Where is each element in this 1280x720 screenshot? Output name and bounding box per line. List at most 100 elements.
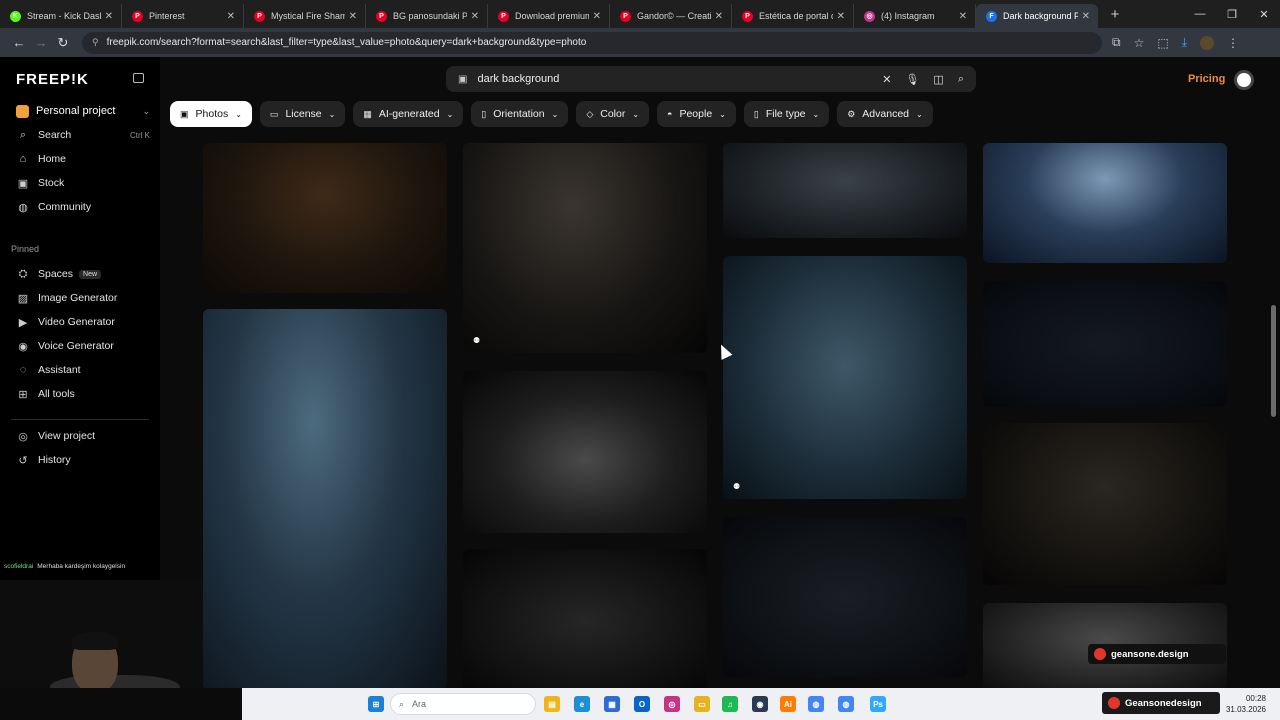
site-info-icon[interactable]: ⚲ bbox=[92, 37, 99, 48]
store-icon[interactable]: ▦ bbox=[604, 696, 620, 712]
sidebar-item-image-generator[interactable]: ▨ Image Generator bbox=[16, 290, 150, 306]
search-bar[interactable]: ▣ dark background ✕ 🎙︎ ◫ ⌕ bbox=[446, 66, 976, 92]
chrome-active-icon[interactable]: ◍ bbox=[838, 696, 854, 712]
illustrator-icon[interactable]: Ai bbox=[780, 696, 796, 712]
filter-orientation[interactable]: ▯ Orientation ⌄ bbox=[471, 101, 569, 127]
result-image[interactable] bbox=[983, 281, 1227, 407]
tab-close-icon[interactable]: ✕ bbox=[959, 11, 967, 22]
sidebar-item-history[interactable]: ↺ History bbox=[16, 452, 150, 468]
outlook-icon[interactable]: O bbox=[634, 696, 650, 712]
tab-close-icon[interactable]: ✕ bbox=[349, 11, 357, 22]
microphone-icon[interactable]: 🎙︎ bbox=[905, 73, 919, 86]
tab-favicon-icon: P bbox=[132, 10, 143, 22]
filter-license[interactable]: ▭ License ⌄ bbox=[259, 101, 346, 127]
start-icon[interactable]: ⊞ bbox=[368, 696, 384, 712]
download-icon[interactable]: ⤓ bbox=[1182, 35, 1187, 50]
steam-icon[interactable]: ◉ bbox=[752, 696, 768, 712]
account-avatar[interactable] bbox=[1234, 70, 1254, 90]
browser-tab[interactable]: P BG panosundaki Pin ✕ bbox=[366, 4, 488, 28]
tab-close-icon[interactable]: ✕ bbox=[227, 11, 235, 22]
result-image[interactable] bbox=[983, 423, 1227, 585]
camera-icon[interactable]: ◫ bbox=[933, 73, 943, 86]
photoshop-icon[interactable]: Ps bbox=[870, 696, 886, 712]
window-controls: — ❐ ✕ bbox=[1184, 0, 1280, 28]
filter-file-type[interactable]: ▯ File type ⌄ bbox=[743, 101, 830, 127]
result-image[interactable] bbox=[203, 143, 447, 293]
profile-avatar[interactable] bbox=[1200, 35, 1214, 50]
tab-close-icon[interactable]: ✕ bbox=[1082, 11, 1090, 22]
browser-tab[interactable]: P Download premium ✕ bbox=[488, 4, 610, 28]
result-image[interactable] bbox=[723, 143, 967, 238]
system-clock[interactable]: 00:28 31.03.2026 bbox=[1226, 693, 1266, 715]
back-button[interactable]: ← bbox=[8, 35, 30, 50]
close-window-button[interactable]: ✕ bbox=[1248, 0, 1280, 28]
tab-close-icon[interactable]: ✕ bbox=[471, 11, 479, 22]
sidebar-item-voice-generator[interactable]: ◉ Voice Generator bbox=[16, 338, 150, 354]
page-scrollbar[interactable] bbox=[1271, 305, 1276, 417]
browser-tab[interactable]: F Dark background Ph ✕ bbox=[976, 4, 1098, 28]
browser-tab[interactable]: ◎ (4) Instagram ✕ bbox=[854, 4, 976, 28]
sidebar-item-all-tools[interactable]: ⊞ All tools bbox=[16, 386, 150, 402]
browser-tab-bar: K Stream - Kick Dashbo ✕ P Pinterest ✕ P Mystic… bbox=[0, 0, 1280, 28]
browser-tab[interactable]: K Stream - Kick Dashbo ✕ bbox=[0, 4, 122, 28]
result-image[interactable] bbox=[983, 143, 1227, 263]
sidebar-item-view-project[interactable]: ◎ View project bbox=[16, 428, 150, 444]
search-input[interactable]: dark background bbox=[477, 73, 882, 85]
restore-button[interactable]: ❐ bbox=[1216, 0, 1248, 28]
result-image[interactable] bbox=[463, 371, 707, 533]
globe-icon: ◍ bbox=[18, 201, 28, 214]
sidebar-item-home[interactable]: ⌂ Home bbox=[16, 151, 150, 167]
chrome-icon[interactable]: ◍ bbox=[808, 696, 824, 712]
translate-icon[interactable]: ⧉ bbox=[1112, 35, 1121, 50]
result-image[interactable]: ⚉ bbox=[723, 256, 967, 499]
tab-close-icon[interactable]: ✕ bbox=[593, 11, 601, 22]
spotify-icon[interactable]: ♫ bbox=[722, 696, 738, 712]
edge-icon[interactable]: e bbox=[574, 696, 590, 712]
tab-close-icon[interactable]: ✕ bbox=[105, 11, 113, 22]
result-image[interactable] bbox=[723, 517, 967, 677]
sidebar-item-community[interactable]: ◍ Community bbox=[16, 199, 150, 215]
clear-icon[interactable]: ✕ bbox=[882, 73, 891, 86]
new-tab-button[interactable]: + bbox=[1102, 6, 1128, 23]
url-input[interactable]: ⚲ freepik.com/search?format=search&last_… bbox=[82, 31, 1102, 54]
browser-tab[interactable]: P Pinterest ✕ bbox=[122, 4, 244, 28]
taskbar-search[interactable]: ⌕ Ara bbox=[390, 693, 536, 715]
freepik-logo[interactable]: FREEP!K bbox=[16, 71, 89, 88]
result-image[interactable] bbox=[463, 549, 707, 688]
sidebar-item-label: Spaces bbox=[38, 268, 74, 280]
sidebar-item-search[interactable]: ⌕ Search Ctrl K bbox=[16, 127, 150, 143]
result-image[interactable]: ⚉ bbox=[463, 143, 707, 353]
bookmark-star-icon[interactable]: ☆ bbox=[1134, 36, 1145, 50]
reload-button[interactable]: ↻ bbox=[52, 35, 74, 51]
folder-icon[interactable]: ▭ bbox=[694, 696, 710, 712]
filter-color[interactable]: ◇ Color ⌄ bbox=[576, 101, 650, 127]
result-image[interactable] bbox=[203, 309, 447, 688]
instagram-icon[interactable]: ◎ bbox=[664, 696, 680, 712]
filter-people[interactable]: ◓ People ⌄ bbox=[657, 101, 736, 127]
sidebar-item-video-generator[interactable]: ▶ Video Generator bbox=[16, 314, 150, 330]
tab-title: Mystical Fire Shaman bbox=[271, 11, 345, 21]
filter-photos[interactable]: ▣ Photos ⌄ bbox=[170, 101, 252, 127]
sidebar-item-spaces[interactable]: ⛭ Spaces New bbox=[16, 266, 150, 282]
browser-tab[interactable]: P Mystical Fire Shaman ✕ bbox=[244, 4, 366, 28]
minimize-button[interactable]: — bbox=[1184, 0, 1216, 28]
collapse-sidebar-icon[interactable] bbox=[133, 73, 144, 83]
file-explorer-icon[interactable]: ▤ bbox=[544, 696, 560, 712]
browser-menu-icon[interactable]: ⋮ bbox=[1227, 36, 1239, 50]
tab-close-icon[interactable]: ✕ bbox=[715, 11, 723, 22]
filter-ai-generated[interactable]: ▦ AI-generated ⌄ bbox=[353, 101, 464, 127]
sidebar-item-stock[interactable]: ▣ Stock bbox=[16, 175, 150, 191]
assistant-icon: ◌ bbox=[19, 364, 27, 376]
forward-button[interactable]: → bbox=[30, 35, 52, 50]
tab-close-icon[interactable]: ✕ bbox=[837, 11, 845, 22]
project-selector[interactable]: Personal project ⌄ bbox=[10, 101, 150, 121]
pricing-link[interactable]: Pricing bbox=[1188, 73, 1225, 85]
filter-advanced[interactable]: ⚙ Advanced ⌄ bbox=[837, 101, 933, 127]
browser-tab[interactable]: P Gandor© — Creative ✕ bbox=[610, 4, 732, 28]
extensions-icon[interactable]: ⬚ bbox=[1157, 36, 1168, 50]
browser-tab[interactable]: P Estética de portal dig ✕ bbox=[732, 4, 854, 28]
search-icon[interactable]: ⌕ bbox=[958, 73, 964, 86]
filter-icon: ⚙ bbox=[847, 108, 856, 119]
filter-icon: ▣ bbox=[180, 108, 189, 119]
sidebar-item-assistant[interactable]: ◌ Assistant bbox=[16, 362, 150, 378]
